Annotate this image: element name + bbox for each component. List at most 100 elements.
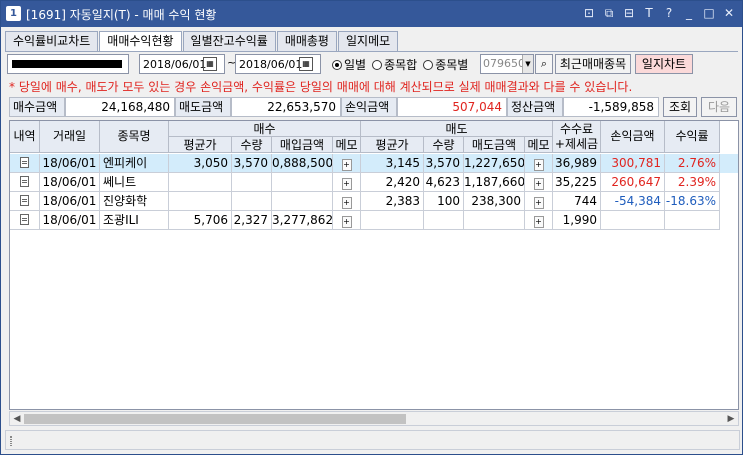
- buy-amount-cell: [272, 173, 333, 192]
- return-rate-cell: [665, 211, 720, 230]
- summary-bar: 매수금액 24,168,480 매도금액 22,653,570 손익금액 507…: [9, 97, 739, 117]
- date-to-field[interactable]: 2018/06/01 ▦: [235, 54, 321, 74]
- grip-icon: [10, 436, 12, 446]
- col-buy-qty[interactable]: 수량: [232, 137, 272, 153]
- col-sell-memo[interactable]: 메모: [525, 137, 553, 153]
- radio-by-stock[interactable]: 종목별: [423, 56, 468, 73]
- sell-amount-value: 22,653,570: [231, 97, 341, 117]
- col-profit-amount[interactable]: 손익금액: [601, 121, 665, 153]
- scroll-right-icon[interactable]: ▶: [725, 413, 737, 425]
- calendar-icon[interactable]: ▦: [299, 57, 313, 71]
- title-bar-controls: ⊡ ⧉ ⊟ T ? _ □ ✕: [582, 5, 736, 21]
- fee-cell: 35,225: [553, 173, 601, 192]
- buy-avg-cell: 5,706: [169, 211, 232, 230]
- detail-doc-icon[interactable]: [20, 176, 29, 187]
- table-row[interactable]: 18/06/01 쎄니트 +2,420 4,623 1,187,660 +35,225 26…: [10, 173, 738, 192]
- memo-icon[interactable]: +: [533, 159, 544, 171]
- sell-qty-cell: 4,623: [424, 173, 464, 192]
- col-buy-avg[interactable]: 평균가: [169, 137, 232, 153]
- horizontal-scrollbar[interactable]: ◀ ▶: [9, 411, 739, 426]
- return-rate-cell: 2.39%: [665, 173, 720, 192]
- sell-memo-cell[interactable]: +: [525, 173, 553, 192]
- font-icon[interactable]: T: [642, 5, 656, 21]
- date-from-field[interactable]: 2018/06/01 ▦: [139, 54, 225, 74]
- memo-icon[interactable]: +: [533, 197, 544, 209]
- buy-memo-cell[interactable]: +: [333, 192, 361, 211]
- copy-icon[interactable]: ⧉: [602, 5, 616, 21]
- journal-chart-button[interactable]: 일지차트: [635, 54, 693, 74]
- memo-icon[interactable]: +: [341, 159, 352, 171]
- radio-daily[interactable]: 일별: [332, 56, 366, 73]
- search-icon[interactable]: ⌕: [535, 54, 553, 74]
- profit-amount-label: 손익금액: [341, 97, 397, 117]
- tab-trade-review[interactable]: 매매총평: [276, 31, 337, 51]
- col-buy-amount[interactable]: 매입금액: [272, 137, 333, 153]
- memo-icon[interactable]: +: [341, 178, 352, 190]
- chevron-down-icon[interactable]: ▼: [522, 55, 533, 73]
- sell-memo-cell[interactable]: +: [525, 154, 553, 173]
- date-to-value: 2018/06/01: [239, 57, 303, 71]
- col-stock-name[interactable]: 종목명: [100, 121, 169, 153]
- buy-memo-cell[interactable]: +: [333, 154, 361, 173]
- close-icon[interactable]: ✕: [722, 5, 736, 21]
- col-sell-amount[interactable]: 매도금액: [464, 137, 525, 153]
- sell-memo-cell[interactable]: +: [525, 192, 553, 211]
- title-bar[interactable]: 1 [1691] 자동일지(T) - 매매 수익 현황 ⊡ ⧉ ⊟ T ? _ …: [1, 1, 742, 27]
- filter-toolbar: 2018/06/01 ▦ ~ 2018/06/01 ▦ 일별 종목합 종목별 0…: [5, 54, 740, 74]
- buy-memo-cell[interactable]: +: [333, 173, 361, 192]
- sell-memo-cell[interactable]: +: [525, 211, 553, 230]
- sell-qty-cell: 3,570: [424, 154, 464, 173]
- detail-cell[interactable]: [10, 211, 40, 230]
- memo-icon[interactable]: +: [341, 216, 352, 228]
- table-row[interactable]: 18/06/01 엔피케이 3,050 3,570 0,888,500 +3,145 3,5…: [10, 154, 738, 173]
- buy-memo-cell[interactable]: +: [333, 211, 361, 230]
- scroll-thumb[interactable]: [24, 414, 406, 424]
- buy-avg-cell: [169, 173, 232, 192]
- radio-stock-sum-dot[interactable]: [372, 59, 383, 70]
- trade-date-cell: 18/06/01: [40, 192, 100, 211]
- notice-text: * 당일에 매수, 매도가 모두 있는 경우 손익금액, 수익률은 당일의 매매…: [9, 80, 633, 94]
- table-row[interactable]: 18/06/01 조광ILI 5,706 2,327 3,277,862 + +1,990: [10, 211, 738, 230]
- view-mode-radios: 일별 종목합 종목별: [332, 56, 468, 73]
- restore-icon[interactable]: ⊡: [582, 5, 596, 21]
- help-icon[interactable]: ?: [662, 5, 676, 21]
- memo-icon[interactable]: +: [341, 197, 352, 209]
- next-button[interactable]: 다음: [701, 97, 737, 117]
- memo-icon[interactable]: +: [533, 216, 544, 228]
- detail-cell[interactable]: [10, 154, 40, 173]
- col-return-rate[interactable]: 수익률: [665, 121, 720, 153]
- detail-doc-icon[interactable]: [20, 157, 29, 168]
- memo-icon[interactable]: +: [533, 178, 544, 190]
- col-fee-tax[interactable]: 수수료 +제세금: [553, 121, 601, 153]
- tab-trade-profit-status[interactable]: 매매수익현황: [99, 31, 182, 52]
- table-row[interactable]: 18/06/01 진양화학 +2,383 100 238,300 +744 -54,384-…: [10, 192, 738, 211]
- col-sell-qty[interactable]: 수량: [424, 137, 464, 153]
- col-buy-memo[interactable]: 메모: [333, 137, 361, 153]
- minimize-icon[interactable]: _: [682, 5, 696, 21]
- scroll-left-icon[interactable]: ◀: [11, 413, 23, 425]
- recent-trades-button[interactable]: 최근매매종목: [555, 54, 631, 74]
- stock-code-input[interactable]: 079650 ▼: [480, 54, 534, 74]
- detail-cell[interactable]: [10, 192, 40, 211]
- tab-journal-memo[interactable]: 일지메모: [337, 31, 399, 51]
- tab-daily-balance-return[interactable]: 일별잔고수익률: [182, 31, 276, 51]
- col-tax-label: +제세금: [554, 137, 599, 151]
- radio-daily-dot[interactable]: [332, 59, 342, 70]
- detail-cell[interactable]: [10, 173, 40, 192]
- detail-doc-icon[interactable]: [20, 214, 29, 225]
- maximize-icon[interactable]: □: [702, 5, 716, 21]
- tile-icon[interactable]: ⊟: [622, 5, 636, 21]
- radio-by-stock-dot[interactable]: [423, 59, 434, 70]
- account-field[interactable]: [7, 54, 129, 74]
- date-from-value: 2018/06/01: [143, 57, 207, 71]
- col-trade-date[interactable]: 거래일: [40, 121, 100, 153]
- radio-stock-sum[interactable]: 종목합: [372, 56, 417, 73]
- sell-avg-cell: 2,420: [361, 173, 424, 192]
- col-detail[interactable]: 내역: [10, 121, 40, 153]
- sell-avg-cell: 2,383: [361, 192, 424, 211]
- query-button[interactable]: 조회: [663, 97, 697, 117]
- tab-return-compare-chart[interactable]: 수익률비교차트: [5, 31, 99, 51]
- col-sell-avg[interactable]: 평균가: [361, 137, 424, 153]
- detail-doc-icon[interactable]: [20, 195, 29, 206]
- calendar-icon[interactable]: ▦: [203, 57, 217, 71]
